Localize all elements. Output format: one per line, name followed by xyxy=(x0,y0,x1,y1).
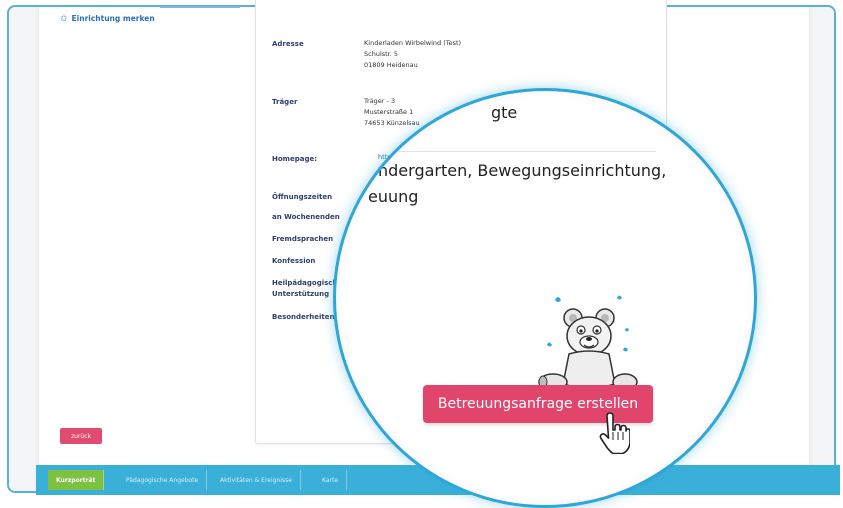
address-line: 01809 Heidenau xyxy=(364,61,418,69)
oeffnungszeiten-label: Öffnungszeiten xyxy=(272,193,333,201)
tab-paedagogische-angebote[interactable]: Pädagogische Angebote xyxy=(118,470,208,490)
einrichtung-merken-label: Einrichtung merken xyxy=(71,14,155,23)
tab-karte[interactable]: Karte xyxy=(314,470,348,490)
bear-mascot xyxy=(538,295,638,391)
lens-divider xyxy=(356,151,656,152)
top-divider xyxy=(160,6,240,8)
traeger-line: 74653 Künzelsau xyxy=(364,119,420,127)
traeger-line: Musterstraße 1 xyxy=(364,108,414,116)
star-icon: ✩ xyxy=(60,14,68,24)
tab-kurzportraet[interactable]: Kurzporträt xyxy=(48,470,105,490)
heilpaedagogische-label: Heilpädagogische xyxy=(272,279,343,287)
address-value: Kinderladen Wirbelwind (Test) Schulstr. … xyxy=(364,38,461,71)
lens-category-line-2: euung xyxy=(368,187,419,206)
tab-aktivitaeten[interactable]: Aktivitäten & Ereignisse xyxy=(212,470,301,490)
besonderheiten-label: Besonderheiten xyxy=(272,313,335,321)
back-button[interactable]: zurück xyxy=(60,428,102,444)
lens-heading-fragment: gte xyxy=(491,103,518,122)
address-line: Kinderladen Wirbelwind (Test) xyxy=(364,39,462,47)
traeger-label: Träger xyxy=(272,98,298,106)
traeger-line: Träger - 3 xyxy=(364,97,396,105)
unterstuetzung-label: Unterstützung xyxy=(272,290,330,298)
lens-category-line: ndergarten, Bewegungseinrichtung, xyxy=(378,161,667,180)
homepage-label: Homepage: xyxy=(272,155,318,163)
wochenenden-label: an Wochenenden xyxy=(272,213,340,221)
einrichtung-merken-link[interactable]: ✩ Einrichtung merken xyxy=(60,14,155,24)
address-line: Schulstr. 5 xyxy=(364,50,399,58)
traeger-value: Träger - 3 Musterstraße 1 74653 Künzelsa… xyxy=(364,96,420,129)
konfession-label: Konfession xyxy=(272,257,316,265)
hand-pointer-icon xyxy=(599,412,630,454)
address-label: Adresse xyxy=(272,40,304,48)
fremdsprachen-label: Fremdsprachen xyxy=(272,235,334,243)
